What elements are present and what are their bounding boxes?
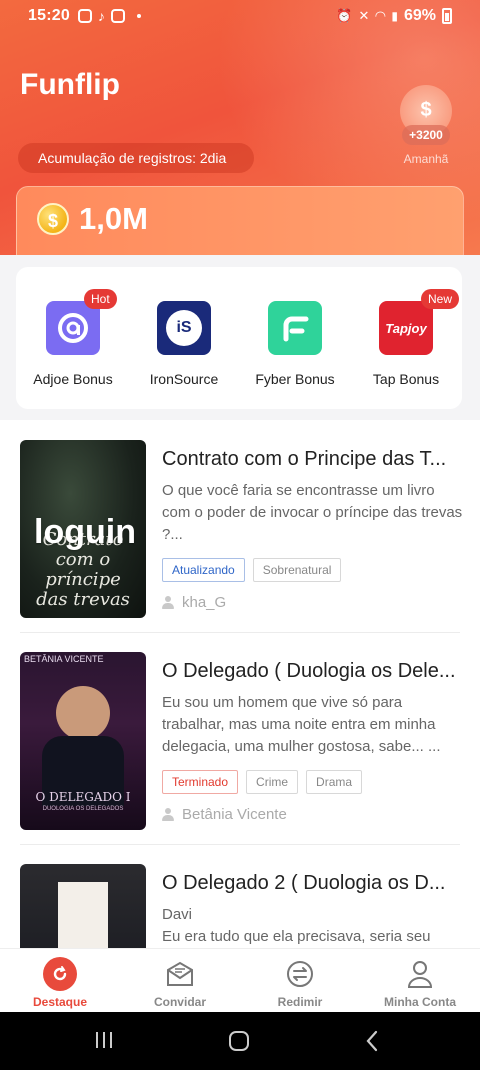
book-title: O Delegado 2 ( Duologia os D... (162, 872, 446, 894)
bottom-nav: Destaque Convidar Redimir Minha Conta (0, 948, 480, 1012)
notification-icons: ♪ (77, 8, 141, 24)
app-notification-icon (110, 9, 125, 23)
balance-card[interactable]: $ 1,0M (16, 186, 464, 266)
book-item[interactable]: BETÂNIA VICENTE O DELEGADO I DUOLOGIA OS… (0, 632, 480, 845)
coin-icon: $ (37, 203, 69, 235)
tag-status: Atualizando (162, 558, 245, 582)
cover-figure-shirt (58, 882, 108, 948)
user-icon (403, 957, 437, 991)
author-name: kha_G (182, 594, 227, 611)
envelope-icon (163, 957, 197, 991)
cover-title: O DELEGADO I (35, 790, 131, 804)
nav-label: Convidar (153, 995, 206, 1009)
author-name: Betânia Vicente (182, 806, 287, 823)
offer-adjoe[interactable]: Hot Adjoe Bonus (18, 289, 128, 387)
status-bar: 15:20 ♪ ⏰ ✕ ◠ ▮ 69% (0, 0, 480, 32)
refresh-icon (43, 957, 77, 991)
ironsource-icon: iS (157, 301, 211, 355)
book-tags: Atualizando Sobrenatural (162, 558, 342, 582)
book-cover: BETÂNIA VICENTE O DELEGADO I DUOLOGIA OS… (20, 652, 146, 830)
signal-icon: ▮ (391, 9, 398, 23)
system-navigation-bar (0, 1012, 480, 1070)
book-author: Betânia Vicente (162, 806, 287, 823)
tag-genre: Sobrenatural (252, 558, 342, 582)
home-icon[interactable] (228, 1030, 250, 1057)
offer-label: Fyber Bonus (255, 371, 335, 387)
nav-label: Redimir (277, 995, 323, 1009)
offer-label: Tap Bonus (372, 371, 440, 387)
checkin-streak-pill[interactable]: Acumulação de registros: 2dia (18, 143, 254, 173)
balance-value: 1,0M (79, 201, 148, 236)
status-right: ⏰ ✕ ◠ ▮ 69% (336, 7, 452, 25)
tapjoy-logo-text: Tapjoy (385, 320, 427, 336)
wifi-icon: ◠ (375, 8, 386, 23)
adjoe-icon (46, 301, 100, 355)
mute-icon: ✕ (358, 8, 370, 23)
author-icon (162, 595, 174, 610)
nav-label: Minha Conta (384, 995, 456, 1009)
cover-figure-head (56, 686, 110, 740)
offer-tap[interactable]: Tapjoy New Tap Bonus (351, 289, 461, 387)
back-icon[interactable] (364, 1030, 380, 1057)
author-icon (162, 807, 174, 822)
nav-convidar[interactable]: Convidar (120, 949, 240, 1012)
app-title: Funflip (20, 68, 120, 101)
recent-apps-icon[interactable] (94, 1030, 114, 1055)
tapjoy-icon: Tapjoy (379, 301, 433, 355)
tag-genre: Drama (306, 770, 363, 794)
nav-label: Destaque (32, 995, 88, 1009)
hot-badge: Hot (84, 289, 117, 309)
fyber-icon (268, 301, 322, 355)
tag-status: Terminado (162, 770, 239, 794)
more-notifications-icon (136, 14, 141, 18)
tag-genre: Crime (246, 770, 299, 794)
book-title: O Delegado ( Duologia os Dele... (162, 660, 456, 682)
tomorrow-reward-amount: +3200 (402, 125, 450, 145)
new-badge: New (421, 289, 460, 309)
battery-icon (442, 8, 452, 24)
ironsource-logo-text: iS (166, 310, 202, 346)
book-item[interactable]: O Delegado 2 ( Duologia os D... Davi Eu … (0, 844, 480, 948)
book-description: Davi Eu era tudo que ela precisava, seri… (162, 906, 431, 945)
book-title: Contrato com o Principe das T... (162, 448, 447, 470)
offer-ironsource[interactable]: iS IronSource (129, 301, 239, 387)
nav-redimir[interactable]: Redimir (240, 949, 360, 1012)
instagram-icon (77, 9, 92, 23)
nav-minha-conta[interactable]: Minha Conta (360, 949, 480, 1012)
battery-percent: 69% (403, 7, 436, 24)
overlay-text: loguin (34, 513, 136, 551)
cover-author: BETÂNIA VICENTE (24, 654, 104, 664)
nav-destaque[interactable]: Destaque (0, 949, 120, 1012)
exchange-icon (283, 957, 317, 991)
tomorrow-label: Amanhã (403, 152, 449, 166)
offers-area: Hot Adjoe Bonus iS IronSource Fyber Bonu… (0, 255, 480, 420)
book-description: Eu sou um homem que vive só para trabalh… (162, 694, 441, 755)
book-description: O que você faria se encontrasse um livro… (162, 482, 463, 543)
offer-fyber[interactable]: Fyber Bonus (240, 301, 350, 387)
offer-label: Adjoe Bonus (33, 371, 113, 387)
book-author: kha_G (162, 594, 226, 611)
book-cover (20, 864, 146, 948)
offers-card: Hot Adjoe Bonus iS IronSource Fyber Bonu… (16, 267, 462, 409)
offer-label: IronSource (149, 371, 219, 387)
cover-subtitle: DUOLOGIA OS DELEGADOS (42, 806, 124, 812)
tiktok-icon: ♪ (97, 8, 105, 24)
alarm-icon: ⏰ (336, 8, 353, 23)
status-time: 15:20 (28, 7, 70, 24)
book-tags: Terminado Crime Drama (162, 770, 363, 794)
